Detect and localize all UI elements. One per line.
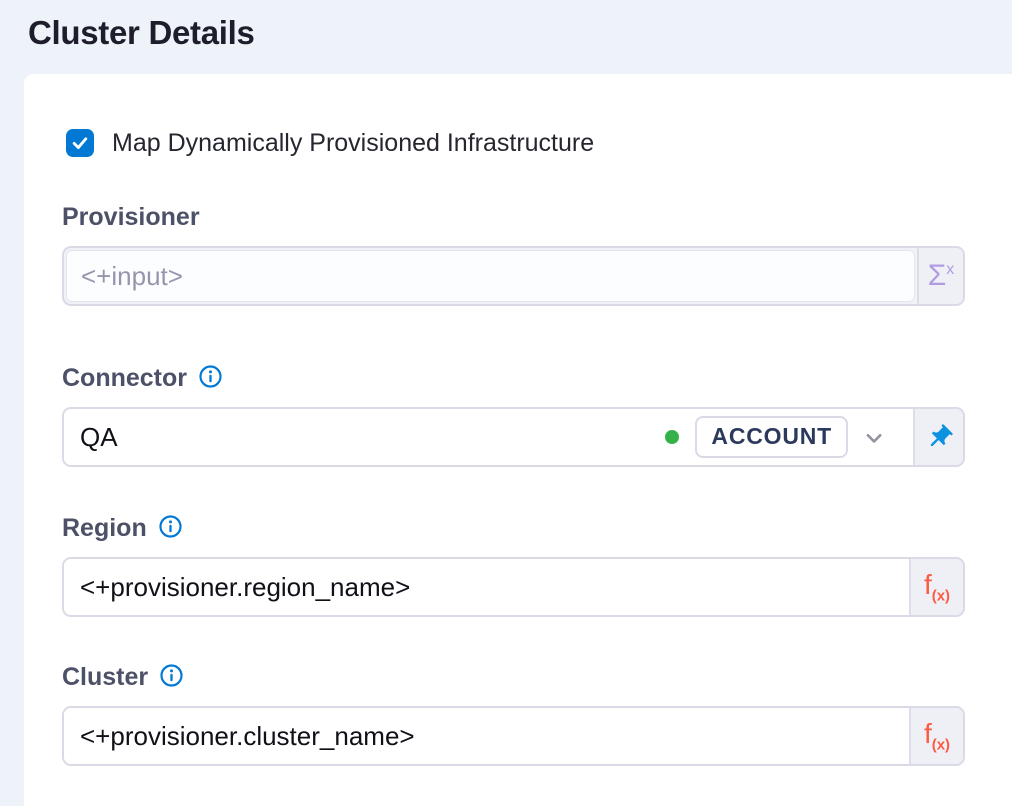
provisioner-input-shell: Σx bbox=[62, 246, 965, 306]
provisioner-label: Provisioner bbox=[62, 203, 200, 232]
region-expression-button[interactable]: f(x) bbox=[909, 559, 963, 615]
provisioner-field-group: Provisioner Σx bbox=[62, 203, 965, 306]
region-info-icon[interactable] bbox=[158, 514, 183, 539]
pin-icon bbox=[925, 423, 954, 452]
chevron-down-icon bbox=[860, 424, 887, 451]
fx-expression-icon: f(x) bbox=[924, 571, 950, 604]
connector-field-group: Connector ACCOUNT bbox=[62, 364, 965, 467]
page-title: Cluster Details bbox=[28, 14, 255, 52]
provisioner-inner-field bbox=[66, 250, 915, 302]
map-provisioned-infrastructure-checkbox[interactable]: Map Dynamically Provisioned Infrastructu… bbox=[66, 129, 965, 157]
region-field-group: Region f(x) bbox=[62, 514, 965, 617]
connector-info-icon[interactable] bbox=[198, 364, 223, 389]
cluster-input[interactable] bbox=[80, 721, 893, 752]
connector-inner-field[interactable]: ACCOUNT bbox=[64, 409, 913, 465]
connector-dropdown-toggle[interactable] bbox=[848, 424, 897, 451]
provisioner-input[interactable] bbox=[81, 261, 900, 292]
cluster-expression-button[interactable]: f(x) bbox=[909, 708, 963, 764]
connector-scope-badge: ACCOUNT bbox=[695, 416, 848, 458]
connector-input[interactable] bbox=[80, 422, 665, 453]
connector-status-dot bbox=[665, 430, 679, 444]
cluster-info-icon[interactable] bbox=[159, 663, 184, 688]
cluster-details-card: Map Dynamically Provisioned Infrastructu… bbox=[24, 74, 1012, 806]
connector-pin-button[interactable] bbox=[913, 409, 963, 465]
cluster-field-group: Cluster f(x) bbox=[62, 663, 965, 766]
sigma-runtime-input-icon: Σx bbox=[928, 261, 955, 291]
region-input-shell: f(x) bbox=[62, 557, 965, 617]
checkbox-label: Map Dynamically Provisioned Infrastructu… bbox=[112, 129, 594, 158]
checkbox-checked-icon[interactable] bbox=[66, 129, 94, 157]
region-inner-field[interactable] bbox=[64, 559, 909, 615]
page-background: { "header": { "title": "Cluster Details"… bbox=[0, 0, 1012, 806]
region-input[interactable] bbox=[80, 572, 893, 603]
connector-label: Connector bbox=[62, 364, 187, 393]
fx-expression-icon: f(x) bbox=[924, 720, 950, 753]
cluster-input-shell: f(x) bbox=[62, 706, 965, 766]
connector-input-shell: ACCOUNT bbox=[62, 407, 965, 467]
cluster-inner-field[interactable] bbox=[64, 708, 909, 764]
runtime-input-type-button[interactable]: Σx bbox=[917, 248, 963, 304]
region-label: Region bbox=[62, 514, 147, 543]
cluster-label: Cluster bbox=[62, 663, 148, 692]
check-icon bbox=[70, 133, 90, 153]
